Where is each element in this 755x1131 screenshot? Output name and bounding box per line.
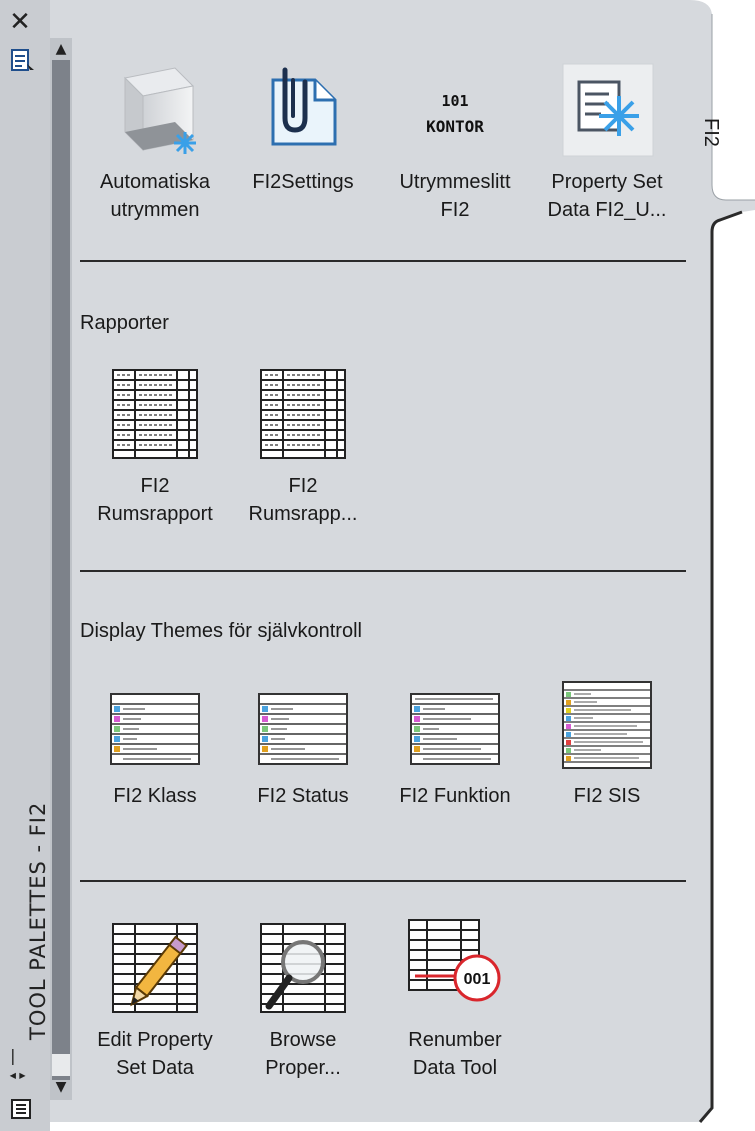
- renumber-table-icon: 001: [408, 919, 501, 1002]
- table-report-icon: [260, 369, 346, 459]
- scroll-down-icon[interactable]: ▼: [50, 1078, 72, 1096]
- tool-label: Renumber Data Tool: [408, 1029, 502, 1079]
- tool-label: FI2 Funktion: [399, 785, 511, 807]
- tool-fi2-rumsrapport[interactable]: FI2 Rumsrapport: [80, 364, 230, 528]
- tool-label: Edit Property Set Data: [97, 1029, 213, 1079]
- palette-vertical-title: TOOL PALETTES - FI2: [26, 801, 50, 1040]
- section-title-rapporter: Rapporter: [80, 312, 169, 334]
- space-tag-number: 101: [441, 92, 468, 110]
- tool-property-set-data[interactable]: Property Set Data FI2_U...: [532, 60, 682, 224]
- tool-label: Utrymmeslitt FI2: [399, 171, 511, 221]
- scroll-track-gap[interactable]: [52, 1054, 70, 1076]
- paperclip-document-icon: [271, 67, 337, 146]
- auto-hide-icon[interactable]: |◂▸: [8, 1046, 32, 1084]
- tool-fi2-sis[interactable]: FI2 SIS: [532, 674, 682, 810]
- space-tag-name: KONTOR: [426, 117, 484, 136]
- vertical-scrollbar[interactable]: ▲ ▼: [50, 38, 72, 1100]
- tool-label: Property Set Data FI2_U...: [547, 171, 667, 221]
- display-theme-icon: [110, 693, 200, 765]
- property-set-icon: [562, 63, 654, 157]
- magnifier-table-icon: [260, 923, 346, 1013]
- tool-label: FI2 Rumsrapport: [97, 475, 213, 525]
- tool-edit-property-set-data[interactable]: Edit Property Set Data: [80, 918, 230, 1082]
- tool-fi2-status[interactable]: FI2 Status: [228, 674, 378, 810]
- edit-pencil-table-icon: [112, 923, 198, 1013]
- tool-browse-property-data[interactable]: Browse Proper...: [228, 918, 378, 1082]
- display-theme-icon: [410, 693, 500, 765]
- tool-label: FI2Settings: [252, 171, 354, 193]
- tool-label: Browse Proper...: [265, 1029, 341, 1079]
- section-separator: [80, 570, 686, 572]
- tool-label: FI2 SIS: [573, 785, 641, 807]
- section-title-display-themes: Display Themes för självkontroll: [80, 620, 362, 642]
- title-strip[interactable]: ✕ TOOL PALETTES - FI2 |◂▸: [0, 0, 50, 1131]
- tool-label: Automatiska utrymmen: [99, 171, 211, 221]
- display-theme-icon: [258, 693, 348, 765]
- close-icon[interactable]: ✕: [8, 9, 32, 35]
- palette-menu-icon[interactable]: [10, 1098, 32, 1120]
- tool-fi2-funktion[interactable]: FI2 Funktion: [380, 674, 530, 810]
- scroll-thumb[interactable]: [52, 60, 70, 1080]
- tool-fi2settings[interactable]: FI2Settings: [228, 60, 378, 196]
- tool-label: FI2 Rumsrapp...: [248, 475, 358, 525]
- space-cube-icon: [123, 67, 196, 154]
- scroll-up-icon[interactable]: ▲: [50, 40, 72, 58]
- section-separator: [80, 260, 686, 262]
- palette-tab-fi2[interactable]: FI2: [699, 118, 722, 147]
- tool-automatiska-utrymmen[interactable]: Automatiska utrymmen: [80, 60, 230, 224]
- tool-label: FI2 Klass: [113, 785, 197, 807]
- properties-icon[interactable]: [10, 48, 36, 74]
- tool-renumber-data-tool[interactable]: 001 Renumber Data Tool: [380, 918, 530, 1082]
- table-report-icon: [112, 369, 198, 459]
- space-tag-icon: 101 KONTOR: [426, 92, 484, 136]
- renumber-badge-text: 001: [464, 971, 491, 988]
- tool-label: FI2 Status: [257, 785, 349, 807]
- tool-fi2-rumsrapp[interactable]: FI2 Rumsrapp...: [228, 364, 378, 528]
- display-theme-icon: [562, 681, 652, 769]
- tool-utrymmeslitt-fi2[interactable]: 101 KONTOR Utrymmeslitt FI2: [380, 60, 530, 224]
- tool-fi2-klass[interactable]: FI2 Klass: [80, 674, 230, 810]
- section-separator: [80, 880, 686, 882]
